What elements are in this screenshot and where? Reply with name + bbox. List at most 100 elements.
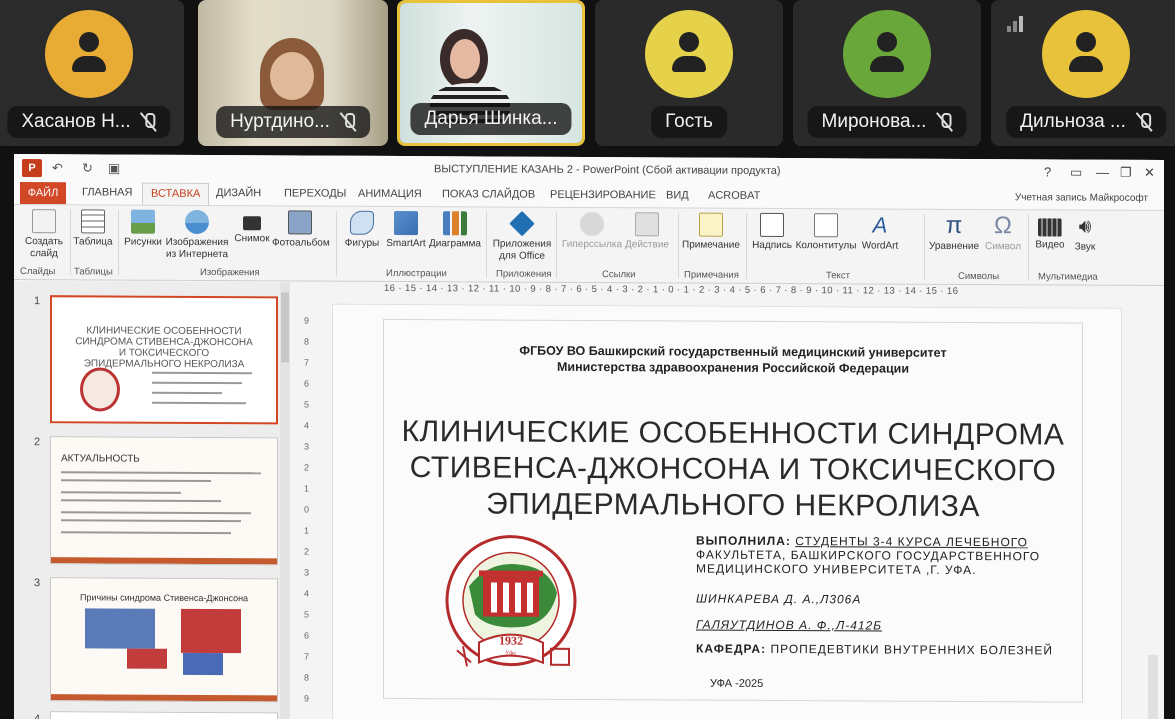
- mic-off-icon: [1136, 112, 1152, 132]
- new-slide-button[interactable]: Создать слайд: [18, 209, 70, 260]
- avatar: [45, 10, 133, 98]
- participant-tile-active-speaker[interactable]: Дарья Шинка...: [397, 0, 585, 146]
- slide-title[interactable]: КЛИНИЧЕСКИЕ ОСОБЕННОСТИ СИНДРОМА СТИВЕНС…: [384, 414, 1082, 526]
- minimize-button[interactable]: —: [1096, 165, 1109, 180]
- tab-review[interactable]: РЕЦЕНЗИРОВАНИЕ: [550, 189, 656, 202]
- online-pictures-button[interactable]: Изображения из Интернета: [164, 209, 230, 261]
- comment-button[interactable]: Примечание: [680, 212, 742, 251]
- wordart-button[interactable]: A WordArt: [858, 212, 902, 252]
- equation-button[interactable]: π Уравнение: [926, 211, 982, 253]
- slide-thumbnail-2[interactable]: АКТУАЛЬНОСТЬ: [50, 436, 278, 566]
- account-label[interactable]: Учетная запись Майкрософт: [1015, 192, 1148, 204]
- participant-name-pill: Миронова...: [807, 106, 967, 138]
- office-apps-button[interactable]: Приложения для Office: [492, 210, 552, 262]
- tab-animations[interactable]: АНИМАЦИЯ: [358, 188, 422, 200]
- participant-tile[interactable]: Хасанов Н...: [0, 0, 184, 146]
- redo-icon[interactable]: ↻: [82, 160, 93, 176]
- smartart-button[interactable]: SmartArt: [384, 210, 428, 250]
- pictures-button[interactable]: Рисунки: [120, 209, 166, 249]
- screen: Хасанов Н... Нуртдино... Дарья Шинка... …: [0, 0, 1175, 719]
- start-slideshow-icon[interactable]: ▣: [108, 160, 120, 176]
- participant-tile[interactable]: Дильноза ...: [991, 0, 1175, 146]
- slide-canvas[interactable]: ФГБОУ ВО Башкирский государственный меди…: [332, 303, 1122, 719]
- chart-button[interactable]: Диаграмма: [428, 211, 482, 250]
- participant-name: Дарья Шинка...: [424, 108, 558, 129]
- shapes-icon: [350, 210, 374, 235]
- tab-home[interactable]: ГЛАВНАЯ: [82, 186, 132, 198]
- thumbnail-title: АКТУАЛЬНОСТЬ: [61, 453, 140, 465]
- group-label-images: Изображения: [200, 266, 260, 279]
- authors-info[interactable]: ВЫПОЛНИЛА: СТУДЕНТЫ 3-4 КУРСА ЛЕЧЕБНОГО …: [696, 534, 1053, 658]
- group-label-illustrations: Иллюстрации: [386, 267, 447, 280]
- video-icon: [1038, 218, 1062, 237]
- shapes-button[interactable]: Фигуры: [340, 210, 384, 250]
- horizontal-ruler: 16 · 15 · 14 · 13 · 12 · 11 · 10 · 9 · 8…: [384, 282, 959, 297]
- slide-thumbnail-3[interactable]: Причины синдрома Стивенса-Джонсона: [50, 577, 278, 703]
- slide-thumbnail-4[interactable]: [50, 711, 278, 719]
- audio-button[interactable]: 🔊︎ Звук: [1068, 215, 1102, 254]
- symbol-icon: Ω: [994, 212, 1012, 240]
- tab-insert[interactable]: ВСТАВКА: [142, 182, 210, 206]
- group-label-symbols: Символы: [958, 270, 1000, 283]
- svg-text:1932: 1932: [499, 634, 523, 648]
- photo-album-button[interactable]: Фотоальбом: [272, 210, 330, 249]
- restore-button[interactable]: ❐: [1120, 165, 1132, 181]
- mic-off-icon: [340, 112, 356, 132]
- close-button[interactable]: ✕: [1144, 165, 1155, 181]
- participant-name: Хасанов Н...: [21, 111, 131, 132]
- participant-tile-video[interactable]: Нуртдино...: [198, 0, 388, 146]
- participant-face: [450, 39, 480, 79]
- tab-file[interactable]: ФАЙЛ: [20, 182, 66, 205]
- slide-thumbnail-1[interactable]: КЛИНИЧЕСКИЕ ОСОБЕННОСТИ СИНДРОМА СТИВЕНС…: [50, 295, 278, 425]
- help-button[interactable]: ?: [1044, 164, 1051, 179]
- mic-off-icon: [141, 112, 157, 132]
- action-button[interactable]: Действие: [622, 212, 672, 251]
- symbol-button[interactable]: Ω Символ: [982, 212, 1024, 253]
- tab-acrobat[interactable]: ACROBAT: [708, 190, 760, 202]
- university-name: ФГБОУ ВО Башкирский государственный меди…: [519, 343, 947, 376]
- tab-transitions[interactable]: ПЕРЕХОДЫ: [284, 187, 346, 199]
- video-button[interactable]: Видео: [1032, 214, 1068, 251]
- hyperlink-button[interactable]: Гиперссылка: [560, 211, 624, 251]
- mic-off-icon: [936, 112, 952, 132]
- powerpoint-logo-icon: P: [22, 159, 42, 178]
- screenshot-icon: [243, 216, 261, 231]
- group-label-tables: Таблицы: [74, 266, 113, 278]
- header-footer-button[interactable]: Колонтитулы: [794, 213, 858, 252]
- participant-name: Дильноза ...: [1020, 111, 1126, 132]
- powerpoint-window: P ↶ ↻ ▣ ВЫСТУПЛЕНИЕ КАЗАНЬ 2 - PowerPoin…: [14, 153, 1164, 719]
- avatar: [645, 10, 733, 98]
- undo-icon[interactable]: ↶: [52, 160, 63, 176]
- textbox-icon: [760, 212, 784, 238]
- city-year: УФА -2025: [710, 677, 764, 690]
- signal-strength-icon: [1007, 14, 1029, 32]
- speaker-icon: 🔊︎: [1078, 215, 1092, 238]
- participant-name: Гость: [665, 111, 713, 132]
- group-label-slides: Слайды: [20, 266, 56, 278]
- screenshot-button[interactable]: Снимок: [232, 210, 272, 245]
- window-title: ВЫСТУПЛЕНИЕ КАЗАНЬ 2 - PowerPoint (Сбой …: [434, 163, 781, 178]
- participant-name-pill: Дарья Шинка...: [410, 103, 572, 135]
- participant-name-pill: Нуртдино...: [216, 106, 370, 138]
- ribbon-options-button[interactable]: ▭: [1070, 165, 1082, 181]
- equation-icon: π: [945, 211, 963, 239]
- group-label-text: Текст: [826, 270, 850, 282]
- tab-view[interactable]: ВИД: [666, 189, 689, 201]
- slide-frame: ФГБОУ ВО Башкирский государственный меди…: [383, 318, 1083, 703]
- participant-tile[interactable]: Миронова...: [793, 0, 981, 146]
- thumbnail-number: 4: [34, 713, 40, 719]
- slide-scrollbar[interactable]: [1148, 654, 1158, 719]
- tab-slideshow[interactable]: ПОКАЗ СЛАЙДОВ: [442, 188, 535, 200]
- participant-name-pill: Дильноза ...: [1006, 106, 1166, 138]
- action-icon: [635, 212, 659, 237]
- seal-icon: [80, 367, 120, 412]
- comment-icon: [699, 212, 723, 237]
- apps-icon: [509, 210, 535, 237]
- textbox-button[interactable]: Надпись: [750, 212, 794, 252]
- thumbnail-number: 3: [34, 577, 41, 590]
- thumbnails-scrollbar[interactable]: [280, 282, 290, 719]
- tab-design[interactable]: ДИЗАЙН: [216, 187, 261, 199]
- participant-tile[interactable]: Гость: [595, 0, 783, 146]
- group-label-comments: Примечания: [684, 269, 739, 281]
- table-button[interactable]: Таблица: [72, 209, 114, 248]
